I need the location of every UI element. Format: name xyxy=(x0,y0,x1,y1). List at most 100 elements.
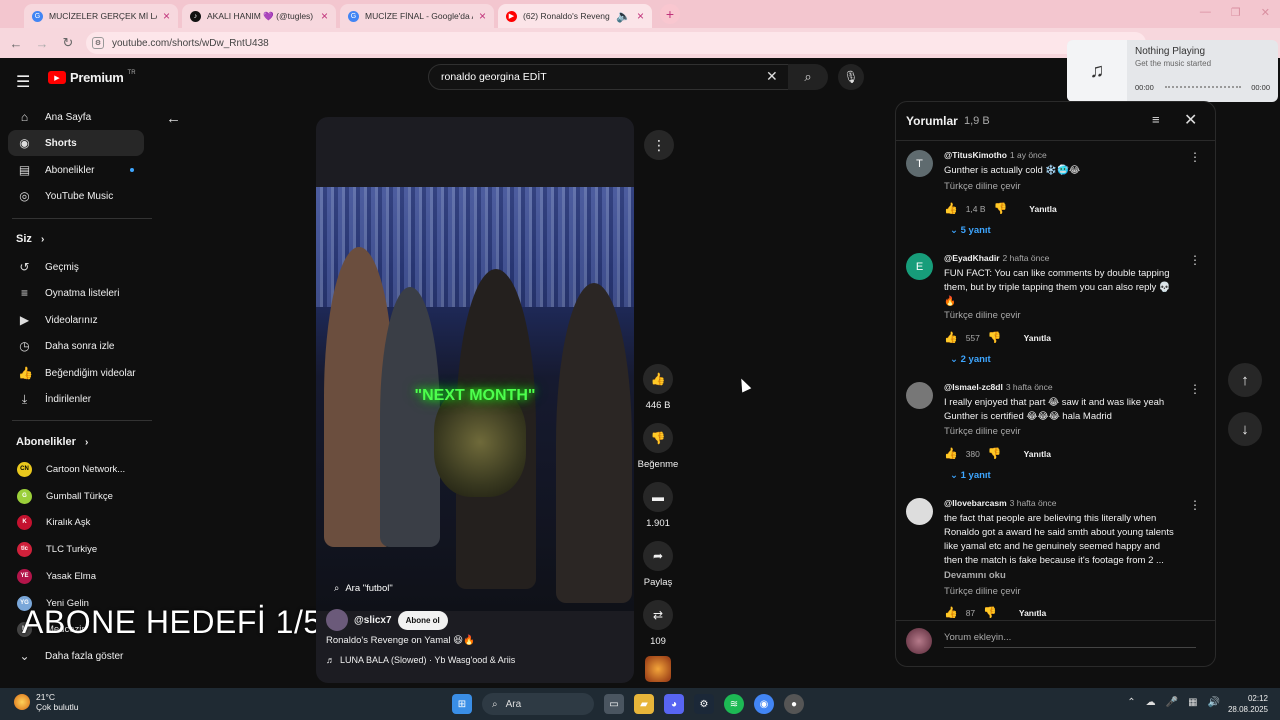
thumbs-up-icon[interactable]: 👍 xyxy=(944,331,958,344)
view-replies-button[interactable]: ⌄ 1 yanıt xyxy=(950,470,991,481)
dislike-button[interactable]: 👎 Beğenme xyxy=(636,423,680,470)
add-comment-input[interactable]: Yorum ekleyin... xyxy=(944,632,1196,648)
subscription-item[interactable]: K Kiralık Aşk xyxy=(8,509,144,535)
previous-short-button[interactable]: ↑ xyxy=(1228,363,1262,397)
url-input[interactable]: ⚙ youtube.com/shorts/wDw_RntU438 xyxy=(86,32,1146,54)
comment-author[interactable]: @EyadKhadir 2 hafta önce xyxy=(944,253,1049,263)
sidebar-item-history[interactable]: ↺ Geçmiş xyxy=(8,254,144,280)
share-button[interactable]: ➦ Paylaş xyxy=(636,541,680,588)
cloud-icon[interactable]: ☁ xyxy=(1146,697,1156,708)
search-button[interactable]: ⌕ xyxy=(788,64,828,90)
sidebar-item-watch-later[interactable]: ◷ Daha sonra izle xyxy=(8,333,144,359)
thumbs-down-icon[interactable]: 👎 xyxy=(988,331,1002,344)
reply-button[interactable]: Yanıtla xyxy=(1019,608,1046,618)
reply-button[interactable]: Yanıtla xyxy=(1024,449,1051,459)
microphone-icon[interactable]: 🎤 xyxy=(1166,697,1178,708)
subscription-item[interactable]: YE Yasak Elma xyxy=(8,563,144,589)
close-icon[interactable]: × xyxy=(479,10,486,22)
remix-button[interactable]: ⇄ 109 xyxy=(636,600,680,647)
translate-link[interactable]: Türkçe diline çevir xyxy=(944,426,1021,437)
menu-icon[interactable]: ☰ xyxy=(16,72,30,92)
comment-author[interactable]: @Ismael-zc8dl 3 hafta önce xyxy=(944,382,1053,392)
comment-avatar[interactable]: T xyxy=(906,150,933,177)
weather-widget[interactable]: 21°C Çok bulutlu xyxy=(14,692,79,712)
section-you-title[interactable]: Siz › xyxy=(16,233,44,245)
kebab-icon[interactable]: ⋮ xyxy=(1189,253,1201,267)
comment-avatar[interactable]: E xyxy=(906,253,933,280)
system-clock[interactable]: 02:12 28.08.2025 xyxy=(1228,693,1268,715)
search-suggestion[interactable]: ⌕ Ara "futbol" xyxy=(334,583,393,594)
translate-link[interactable]: Türkçe diline çevir xyxy=(944,181,1021,192)
close-icon[interactable]: ✕ xyxy=(1184,110,1197,130)
comment-avatar[interactable] xyxy=(906,498,933,525)
view-replies-button[interactable]: ⌄ 5 yanıt xyxy=(950,225,991,236)
windows-start-icon[interactable]: ⊞ xyxy=(452,694,472,714)
sidebar-item-youtube-music[interactable]: ◎ YouTube Music xyxy=(8,183,144,209)
sidebar-item-downloads[interactable]: ⤓ İndirilenler xyxy=(8,386,144,412)
kebab-icon[interactable]: ⋮ xyxy=(1189,150,1201,164)
section-subscriptions-title[interactable]: Abonelikler › xyxy=(16,436,88,448)
video-title[interactable]: Ronaldo's Revenge on Yamal 😆🔥 xyxy=(326,635,475,646)
sidebar-item-home[interactable]: ⌂ Ana Sayfa xyxy=(8,104,144,130)
read-more-link[interactable]: Devamını oku xyxy=(944,570,1006,581)
channel-avatar[interactable] xyxy=(326,609,348,631)
file-explorer-icon[interactable]: ▰ xyxy=(634,694,654,714)
progress-bar[interactable] xyxy=(1165,86,1241,89)
view-replies-button[interactable]: ⌄ 2 yanıt xyxy=(950,354,991,365)
comment-avatar[interactable] xyxy=(906,382,933,409)
taskbar-search[interactable]: ⌕ Ara xyxy=(482,693,594,715)
translate-link[interactable]: Türkçe diline çevir xyxy=(944,586,1021,597)
chrome-icon[interactable]: ◉ xyxy=(754,694,774,714)
browser-tab-1[interactable]: G MUCİZELER GERÇEK Mİ LADYİ × xyxy=(24,4,178,28)
thumbs-up-icon[interactable]: 👍 xyxy=(944,447,958,460)
discord-icon[interactable]: ◕ xyxy=(664,694,684,714)
close-icon[interactable]: × xyxy=(637,10,644,22)
thumbs-up-icon[interactable]: 👍 xyxy=(944,202,958,215)
sort-icon[interactable]: ≡ xyxy=(1152,112,1160,127)
minimize-icon[interactable]: — xyxy=(1200,6,1211,19)
subscription-item[interactable]: tlc TLC Turkiye xyxy=(8,536,144,562)
browser-tab-3[interactable]: G MUCİZE FİNAL - Google'da Ara × xyxy=(340,4,494,28)
close-window-icon[interactable]: ✕ xyxy=(1261,6,1270,19)
sidebar-item-subscriptions[interactable]: ▤ Abonelikler xyxy=(8,157,144,183)
subscription-item[interactable]: CN Cartoon Network... xyxy=(8,456,144,482)
next-short-button[interactable]: ↓ xyxy=(1228,412,1262,446)
video-frame[interactable]: "NEXT MONTH" xyxy=(316,187,634,611)
channel-handle[interactable]: @slicx7 xyxy=(354,615,392,626)
reply-button[interactable]: Yanıtla xyxy=(1029,204,1056,214)
show-more-button[interactable]: ⌄ Daha fazla göster xyxy=(8,643,144,669)
app-icon[interactable]: ● xyxy=(784,694,804,714)
comment-author[interactable]: @Ilovebarcasm 3 hafta önce xyxy=(944,498,1056,508)
search-input[interactable]: ronaldo georgina EDİT xyxy=(428,64,792,90)
sidebar-item-shorts[interactable]: ◉ Shorts xyxy=(8,130,144,156)
kebab-icon[interactable]: ⋮ xyxy=(1189,498,1201,512)
sound-thumbnail[interactable] xyxy=(645,656,671,682)
subscription-item[interactable]: G Gumball Türkçe xyxy=(8,483,144,509)
close-icon[interactable]: × xyxy=(321,10,328,22)
sidebar-item-playlists[interactable]: ≡ Oynatma listeleri xyxy=(8,280,144,306)
youtube-logo[interactable]: ▶ Premium TR xyxy=(48,70,136,85)
clear-icon[interactable]: ✕ xyxy=(766,68,778,85)
shorts-player[interactable]: "NEXT MONTH" ⌕ Ara "futbol" @slicx7 Abon… xyxy=(316,117,634,683)
spotify-icon[interactable]: ≋ xyxy=(724,694,744,714)
kebab-icon[interactable]: ⋮ xyxy=(1189,382,1201,396)
new-tab-button[interactable]: + xyxy=(660,4,680,24)
thumbs-down-icon[interactable]: 👎 xyxy=(988,447,1002,460)
like-button[interactable]: 👍 446 B xyxy=(636,364,680,411)
comments-button[interactable]: ▬ 1.901 xyxy=(636,482,680,529)
comment-author[interactable]: @TitusKimotho 1 ay önce xyxy=(944,150,1047,160)
subscribe-button[interactable]: Abone ol xyxy=(397,610,448,630)
chevron-up-icon[interactable]: ⌃ xyxy=(1127,697,1135,708)
mute-icon[interactable]: 🔈 xyxy=(616,10,631,22)
maximize-icon[interactable]: ❐ xyxy=(1231,6,1241,19)
reply-button[interactable]: Yanıtla xyxy=(1024,333,1051,343)
music-link[interactable]: ♬ LUNA BALA (Slowed) · Yb Wasg'ood & Ari… xyxy=(326,655,515,665)
voice-search-button[interactable]: 🎙 xyxy=(838,64,864,90)
thumbs-up-icon[interactable]: 👍 xyxy=(944,606,958,619)
thumbs-down-icon[interactable]: 👎 xyxy=(983,606,997,619)
browser-tab-4[interactable]: ▶ (62) Ronaldo's Revenge on 🔈 × xyxy=(498,4,652,28)
thumbs-down-icon[interactable]: 👎 xyxy=(994,202,1008,215)
back-icon[interactable]: ← xyxy=(8,36,24,51)
reload-icon[interactable]: ↻ xyxy=(60,35,76,51)
steam-icon[interactable]: ⚙ xyxy=(694,694,714,714)
